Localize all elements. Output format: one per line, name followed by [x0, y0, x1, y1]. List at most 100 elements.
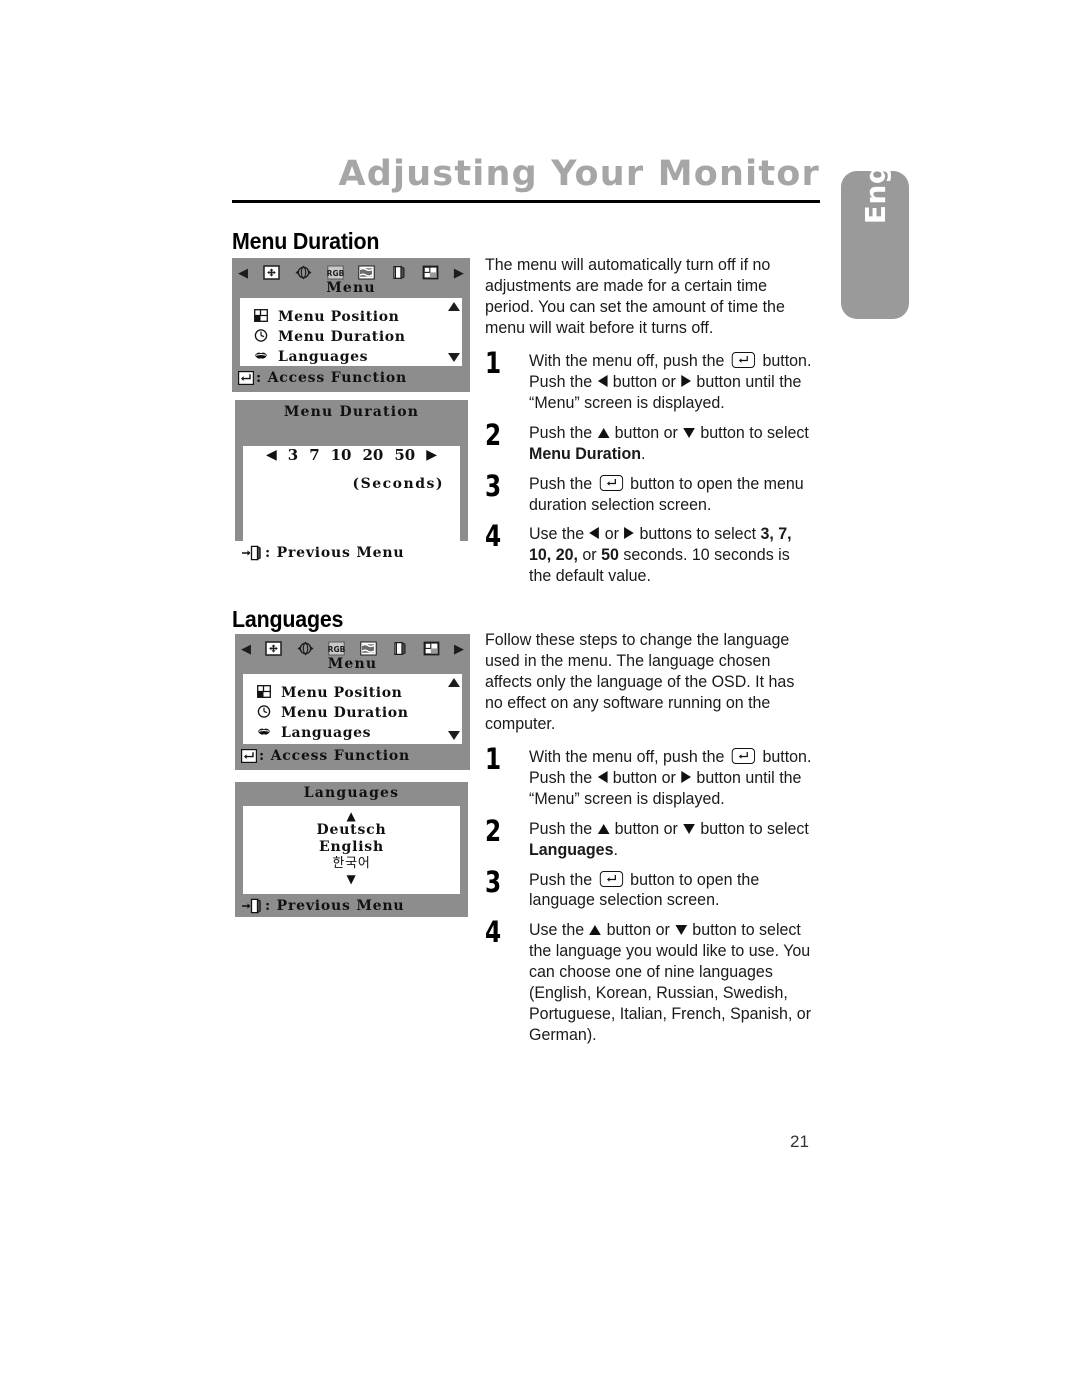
step-number: 4	[485, 519, 502, 554]
duration-value[interactable]: 20	[363, 446, 384, 464]
section-body-languages: Follow these steps to change the languag…	[485, 630, 825, 1055]
enter-key-icon	[599, 870, 623, 887]
osd-menu-item-label: Languages	[281, 724, 372, 741]
osd-content-area: Menu Position Menu Duration Languages	[240, 297, 462, 367]
duration-value[interactable]: 10	[331, 446, 352, 464]
step-text: Push the button or button to select Lang…	[529, 819, 809, 859]
svg-text:RGB: RGB	[328, 645, 345, 654]
duration-value[interactable]: 7	[309, 446, 319, 464]
value-right-arrow-icon[interactable]: ▶	[426, 447, 437, 463]
left-arrow-icon	[597, 770, 608, 783]
osd-menu-item-menu-duration[interactable]: Menu Duration	[257, 703, 462, 723]
osd-duration-values[interactable]: ◀ 3 7 10 20 50 ▶	[243, 446, 460, 464]
scroll-down-icon[interactable]	[448, 352, 460, 362]
scroll-up-icon[interactable]: ▲	[243, 810, 460, 822]
left-arrow-icon	[589, 527, 600, 540]
down-arrow-icon	[683, 427, 695, 438]
rgb-icon: RGB	[327, 265, 344, 280]
emphasis: Menu Duration	[529, 444, 642, 463]
step-item: 1 With the menu off, push the button. Pus…	[485, 345, 825, 414]
down-arrow-icon	[675, 925, 687, 936]
osd-menu-item-label: Menu Duration	[278, 328, 406, 345]
osd-menu-item-menu-position[interactable]: Menu Position	[254, 307, 462, 327]
osd-footer-label: : Access Function	[259, 747, 410, 764]
step-number: 1	[485, 741, 502, 776]
osd-menu-item-label: Menu Duration	[281, 704, 409, 721]
step-item: 2 Push the button or button to select Lan…	[485, 813, 825, 861]
page-title: Adjusting Your Monitor	[338, 154, 820, 194]
enter-key-icon	[731, 351, 756, 368]
osd-footer: : Previous Menu	[235, 541, 468, 563]
osd-menu-screen-2: ◀ RGB ▶ Menu Menu Position Menu Duration…	[235, 634, 470, 770]
duration-value[interactable]: 3	[288, 446, 298, 464]
osd-duration-screen: Menu Duration ◀ 3 7 10 20 50 ▶ (Seconds)…	[235, 400, 468, 561]
position-icon	[263, 264, 280, 280]
scroll-up-icon[interactable]	[448, 301, 460, 311]
step-number: 2	[485, 813, 502, 848]
step-number: 1	[485, 345, 502, 380]
osd-menu-item-label: Languages	[278, 348, 369, 365]
language-option-deutsch[interactable]: Deutsch	[243, 822, 460, 839]
step-text: Use the or buttons to select 3, 7, 10, 2…	[529, 525, 792, 586]
osd-menu-item-label: Menu Position	[278, 308, 400, 325]
section-heading-languages: Languages	[232, 606, 344, 632]
moire-icon	[358, 265, 376, 280]
lips-icon	[254, 349, 271, 364]
section-body-menu-duration: The menu will automatically turn off if …	[485, 255, 825, 596]
enter-key-icon	[731, 747, 756, 764]
osd-footer: : Access Function	[235, 744, 470, 766]
osd-menu-item-label: Menu Position	[281, 684, 403, 701]
osd-menu-list: Menu Position Menu Duration Languages	[243, 674, 462, 743]
step-list: 1 With the menu off, push the button. Pus…	[485, 345, 825, 588]
osd-menu-item-languages[interactable]: Languages	[254, 347, 462, 367]
right-arrow-icon: ▶	[453, 264, 464, 280]
osd-language-list[interactable]: ▲ Deutsch English 한국어 ▼	[243, 806, 460, 885]
step-text: Push the button to open the language sel…	[529, 870, 760, 910]
step-item: 1 With the menu off, push the button. Pus…	[485, 741, 825, 810]
enter-key-icon	[238, 370, 254, 385]
step-text: Push the button or button to select Menu…	[529, 423, 809, 463]
emphasis: Languages	[529, 840, 614, 859]
osd-languages-screen: Languages ▲ Deutsch English 한국어 ▼ : Prev…	[235, 782, 468, 917]
clock-icon	[257, 705, 274, 720]
scroll-down-icon[interactable]: ▼	[243, 873, 460, 885]
moire-icon	[359, 641, 377, 656]
osd-menu-item-languages[interactable]: Languages	[257, 723, 462, 743]
section-heading-menu-duration: Menu Duration	[232, 228, 380, 254]
up-arrow-icon	[597, 427, 610, 438]
step-list: 1 With the menu off, push the button. Pus…	[485, 741, 825, 1046]
step-text: With the menu off, push the button. Push…	[529, 351, 812, 412]
step-item: 2 Push the button or button to select Men…	[485, 417, 825, 465]
language-option-english[interactable]: English	[243, 839, 460, 856]
osd-icon-row: ◀ RGB ▶	[235, 634, 470, 658]
scroll-down-icon[interactable]	[448, 730, 460, 740]
menu-position-icon	[254, 309, 271, 324]
left-arrow-icon: ◀	[238, 264, 248, 280]
enter-key-icon	[599, 474, 623, 491]
osd-footer: : Previous Menu	[235, 894, 468, 916]
right-arrow-icon	[681, 770, 692, 783]
osd-menu-item-menu-position[interactable]: Menu Position	[257, 683, 462, 703]
scroll-up-icon[interactable]	[448, 677, 460, 687]
clock-icon	[254, 329, 271, 344]
step-item: 3 Push the button to open the menu durati…	[485, 471, 825, 516]
osd-title: Menu	[327, 656, 378, 672]
step-item: 4 Use the or buttons to select 3, 7, 10, …	[485, 519, 825, 587]
geometry-icon	[297, 641, 314, 656]
lips-icon	[257, 725, 274, 740]
menu-icon	[422, 265, 439, 280]
osd-menu-item-menu-duration[interactable]: Menu Duration	[254, 327, 462, 347]
page-icon	[391, 641, 408, 656]
rgb-icon: RGB	[328, 641, 345, 656]
language-option-korean[interactable]: 한국어	[243, 856, 460, 872]
osd-menu-screen-1: ◀ RGB ▶ Menu Menu Position Menu Duration…	[232, 258, 470, 392]
value-left-arrow-icon[interactable]: ◀	[266, 447, 277, 463]
osd-footer: : Access Function	[232, 366, 470, 388]
step-number: 2	[485, 417, 502, 452]
duration-value[interactable]: 50	[394, 446, 415, 464]
menu-position-icon	[257, 685, 274, 700]
enter-key-icon	[241, 748, 257, 763]
step-text: Push the button to open the menu duratio…	[529, 474, 804, 514]
svg-text:RGB: RGB	[327, 269, 344, 278]
step-number: 4	[485, 915, 502, 950]
